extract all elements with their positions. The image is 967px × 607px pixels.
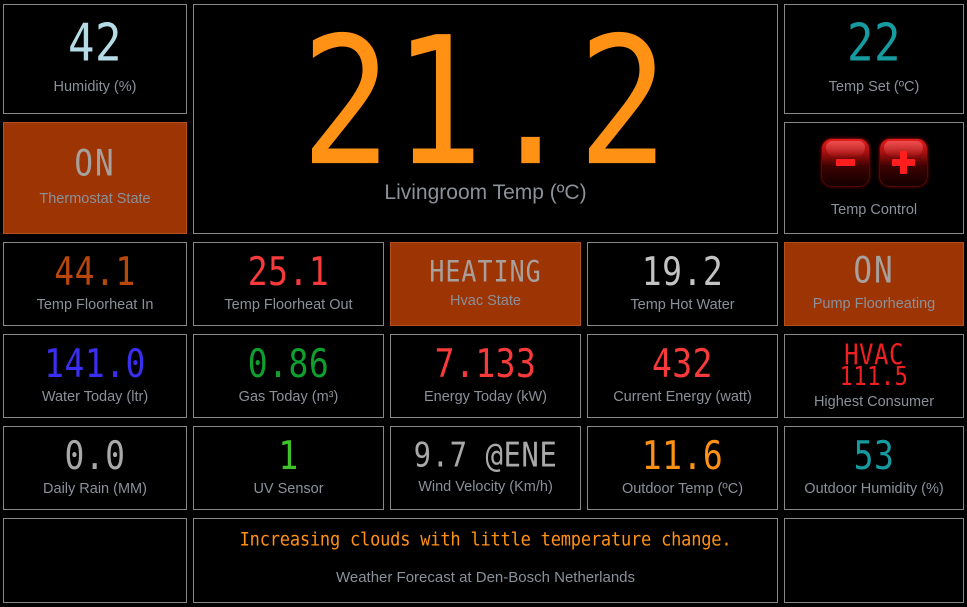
- hvac-state-value: HEATING: [429, 254, 542, 289]
- livingroom-temp-value: 21.2: [300, 4, 671, 206]
- temp-set-label: Temp Set (ºC): [828, 78, 920, 95]
- temp-floorheat-out-label: Temp Floorheat Out: [224, 297, 353, 314]
- gas-today-value: 0.86: [247, 340, 330, 387]
- tile-outdoor-humidity[interactable]: 53 Outdoor Humidity (%): [784, 426, 964, 510]
- temp-hot-water-value: 19.2: [641, 248, 724, 295]
- tile-empty-bottom-left: [3, 518, 187, 603]
- current-energy-value: 432: [651, 340, 714, 387]
- tile-gas-today[interactable]: 0.86 Gas Today (m³): [193, 334, 384, 418]
- thermostat-state-value: ON: [74, 142, 116, 186]
- highest-consumer-amount: 111.5: [839, 362, 909, 392]
- pump-floorheating-value: ON: [853, 249, 895, 293]
- current-energy-label: Current Energy (watt): [613, 389, 752, 406]
- tile-daily-rain[interactable]: 0.0 Daily Rain (MM): [3, 426, 187, 510]
- thermostat-state-label: Thermostat State: [39, 191, 151, 208]
- temp-increase-button[interactable]: [878, 138, 928, 188]
- uv-sensor-value: 1: [278, 432, 299, 479]
- energy-today-label: Energy Today (kW): [423, 389, 548, 406]
- tile-temp-control: Temp Control: [784, 122, 964, 234]
- daily-rain-value: 0.0: [64, 432, 126, 479]
- tile-uv-sensor[interactable]: 1 UV Sensor: [193, 426, 384, 510]
- highest-consumer-stack: HVAC 111.5: [839, 341, 909, 392]
- weather-forecast-value: Increasing clouds with little temperatur…: [239, 528, 732, 552]
- tile-thermostat-state[interactable]: ON Thermostat State: [3, 122, 187, 234]
- daily-rain-label: Daily Rain (MM): [43, 481, 147, 498]
- tile-highest-consumer[interactable]: HVAC 111.5 Highest Consumer: [784, 334, 964, 418]
- tile-wind-velocity[interactable]: 9.7 @ENE Wind Velocity (Km/h): [390, 426, 581, 510]
- outdoor-humidity-value: 53: [853, 432, 895, 479]
- temp-control-label: Temp Control: [830, 202, 918, 219]
- plus-icon: [891, 151, 915, 175]
- hvac-state-label: Hvac State: [450, 293, 521, 310]
- tile-energy-today[interactable]: 7.133 Energy Today (kW): [390, 334, 581, 418]
- tile-temp-set[interactable]: 22 Temp Set (ºC): [784, 4, 964, 114]
- temp-floorheat-in-label: Temp Floorheat In: [36, 297, 154, 314]
- tile-humidity[interactable]: 42 Humidity (%): [3, 4, 187, 114]
- uv-sensor-label: UV Sensor: [253, 481, 324, 498]
- pump-floorheating-label: Pump Floorheating: [812, 296, 936, 313]
- wind-velocity-label: Wind Velocity (Km/h): [418, 479, 553, 496]
- wind-velocity-value: 9.7 @ENE: [413, 435, 558, 476]
- tile-temp-hot-water[interactable]: 19.2 Temp Hot Water: [587, 242, 778, 326]
- tile-empty-bottom-right: [784, 518, 964, 603]
- tile-current-energy[interactable]: 432 Current Energy (watt): [587, 334, 778, 418]
- outdoor-humidity-label: Outdoor Humidity (%): [804, 481, 944, 498]
- tile-temp-floorheat-out[interactable]: 25.1 Temp Floorheat Out: [193, 242, 384, 326]
- minus-icon: [835, 159, 855, 167]
- outdoor-temp-label: Outdoor Temp (ºC): [621, 481, 744, 498]
- humidity-label: Humidity (%): [53, 78, 137, 95]
- tile-temp-floorheat-in[interactable]: 44.1 Temp Floorheat In: [3, 242, 187, 326]
- temp-floorheat-out-value: 25.1: [247, 248, 330, 295]
- humidity-value: 42: [68, 13, 122, 74]
- temp-set-value: 22: [847, 13, 901, 74]
- home-automation-dashboard: 42 Humidity (%) 21.2 Livingroom Temp (ºC…: [0, 0, 967, 607]
- highest-consumer-label: Highest Consumer: [813, 393, 935, 410]
- outdoor-temp-value: 11.6: [641, 432, 724, 479]
- tile-water-today[interactable]: 141.0 Water Today (ltr): [3, 334, 187, 418]
- energy-today-value: 7.133: [434, 340, 537, 387]
- gas-today-label: Gas Today (m³): [238, 389, 339, 406]
- temp-control-button-row: [820, 138, 928, 188]
- tile-weather-forecast[interactable]: Increasing clouds with little temperatur…: [193, 518, 778, 603]
- water-today-label: Water Today (ltr): [41, 389, 149, 406]
- temp-hot-water-label: Temp Hot Water: [630, 297, 735, 314]
- weather-forecast-label: Weather Forecast at Den-Bosch Netherland…: [335, 569, 636, 586]
- temp-floorheat-in-value: 44.1: [54, 248, 136, 295]
- water-today-value: 141.0: [44, 340, 146, 387]
- tile-outdoor-temp[interactable]: 11.6 Outdoor Temp (ºC): [587, 426, 778, 510]
- temp-decrease-button[interactable]: [820, 138, 870, 188]
- tile-hvac-state[interactable]: HEATING Hvac State: [390, 242, 581, 326]
- tile-livingroom-temp[interactable]: 21.2 Livingroom Temp (ºC): [193, 4, 778, 234]
- tile-pump-floorheating[interactable]: ON Pump Floorheating: [784, 242, 964, 326]
